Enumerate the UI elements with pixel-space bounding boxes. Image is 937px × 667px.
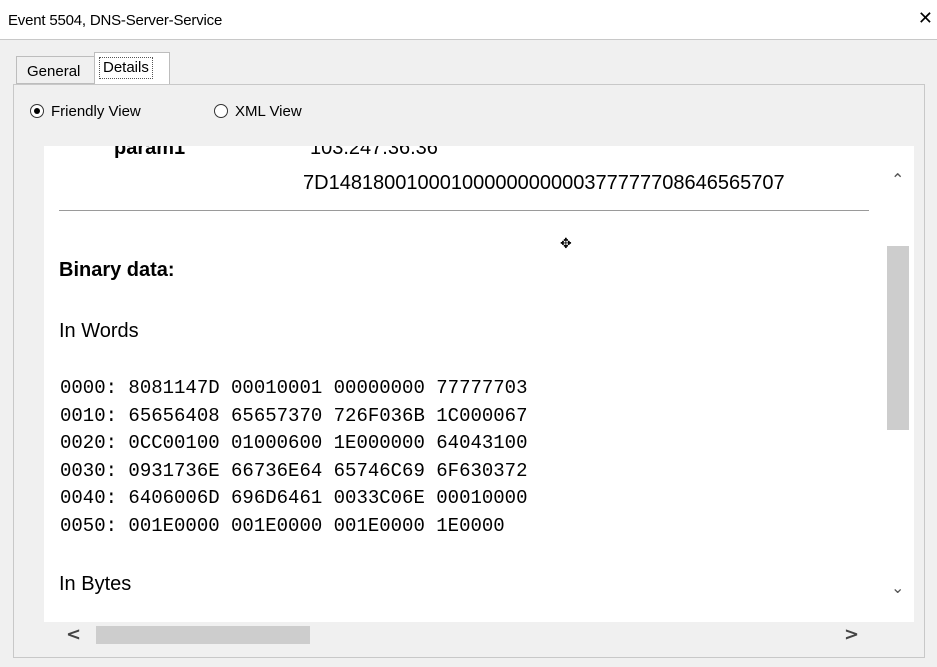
- tab-general[interactable]: General: [16, 56, 94, 84]
- hex-line: 0030: 0931736E 66736E64 65746C69 6F63037…: [60, 459, 528, 482]
- xml-view-label: XML View: [235, 103, 302, 120]
- hex-line: 0000: 8081147D 00010001 00000000 7777770…: [60, 377, 528, 399]
- vertical-scrollbar[interactable]: ⌃ ⌄: [884, 146, 914, 622]
- close-icon[interactable]: ✕: [918, 8, 933, 29]
- radio-checked-icon: [30, 104, 44, 118]
- section-divider: [59, 210, 869, 211]
- details-viewport[interactable]: param1 103.247.36.36 7D14818001000100000…: [44, 146, 884, 622]
- param-name: param1: [114, 146, 186, 159]
- param-value-ip: 103.247.36.36: [310, 146, 438, 159]
- tab-details-label: Details: [99, 57, 153, 79]
- radio-unchecked-icon: [214, 104, 228, 118]
- tab-details[interactable]: Details: [94, 52, 170, 84]
- binary-data-heading: Binary data:: [59, 259, 175, 281]
- move-cursor-icon: ✥: [560, 236, 572, 252]
- hex-line: 0050: 001E0000 001E0000 001E0000 1E0000: [60, 514, 505, 537]
- friendly-view-label: Friendly View: [51, 103, 141, 120]
- hex-line: 0020: 0CC00100 01000600 1E000000 6404310…: [60, 432, 528, 454]
- vertical-scroll-thumb[interactable]: [887, 246, 909, 430]
- scroll-left-icon[interactable]: <: [66, 624, 81, 645]
- window-title: Event 5504, DNS-Server-Service: [8, 12, 223, 29]
- hex-line: 0010: 65656408 65657370 726F036B 1C00006…: [60, 404, 528, 427]
- friendly-view-radio[interactable]: Friendly View: [30, 103, 141, 120]
- window-titlebar: Event 5504, DNS-Server-Service ✕: [0, 0, 937, 40]
- horizontal-scrollbar[interactable]: < >: [44, 622, 914, 648]
- in-bytes-label: In Bytes: [59, 573, 132, 595]
- tab-general-label: General: [27, 63, 81, 80]
- scroll-right-icon[interactable]: >: [844, 624, 859, 645]
- xml-view-radio[interactable]: XML View: [214, 103, 302, 120]
- hex-dump: 0000: 8081147D 00010001 00000000 7777770…: [60, 375, 527, 540]
- in-words-label: In Words: [59, 320, 139, 342]
- horizontal-scroll-thumb[interactable]: [96, 626, 310, 644]
- scroll-up-icon[interactable]: ⌃: [891, 170, 904, 189]
- scroll-down-icon[interactable]: ⌄: [891, 578, 904, 597]
- hex-line: 0040: 6406006D 696D6461 0033C06E 0001000…: [60, 487, 528, 509]
- param-value-hex: 7D14818001000100000000000377777708646565…: [303, 172, 785, 194]
